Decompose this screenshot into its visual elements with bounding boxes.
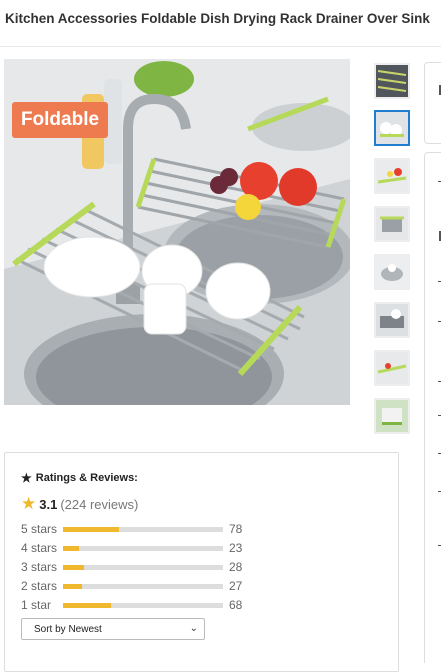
- thumbnail-3-image: [376, 160, 408, 192]
- star-icon: ★: [21, 494, 37, 513]
- ratings-heading: ★ Ratings & Reviews:: [21, 471, 138, 485]
- sort-selected-value: Sort by Newest: [34, 624, 102, 635]
- rating-label: 1 star: [21, 598, 52, 612]
- thumbnail-8[interactable]: [374, 398, 410, 434]
- rating-row-5[interactable]: 5 stars 78: [21, 521, 261, 537]
- rating-bar-track: [63, 565, 223, 570]
- thumbnail-2[interactable]: [374, 110, 410, 146]
- thumbnail-1-image: [376, 65, 408, 97]
- sort-dropdown[interactable]: Sort by Newest ⌄: [21, 618, 205, 640]
- thumbnail-6-image: [376, 304, 408, 336]
- rating-label: 5 stars: [21, 522, 58, 536]
- rating-bar-fill: [63, 565, 84, 570]
- rating-count: 68: [229, 598, 243, 612]
- rating-bar-track: [63, 584, 223, 589]
- rating-row-1[interactable]: 1 star 68: [21, 597, 261, 613]
- foldable-badge: Foldable: [12, 102, 108, 138]
- chevron-down-icon: ⌄: [189, 623, 198, 634]
- title-divider: [0, 46, 441, 47]
- average-score: 3.1: [39, 496, 58, 512]
- ratings-reviews-card: ★ Ratings & Reviews: ★ 3.1 (224 reviews)…: [4, 452, 399, 672]
- rating-bar-track: [63, 527, 223, 532]
- rating-bar-fill: [63, 584, 83, 589]
- product-title: Kitchen Accessories Foldable Dish Drying…: [5, 11, 430, 26]
- thumbnail-3[interactable]: [374, 158, 410, 194]
- ratings-heading-text: Ratings & Reviews:: [35, 472, 138, 484]
- thumbnail-8-image: [376, 400, 408, 432]
- rating-bar-fill: [63, 546, 79, 551]
- thumbnail-6[interactable]: [374, 302, 410, 338]
- thumbnail-5[interactable]: [374, 254, 410, 290]
- star-icon: ★: [21, 471, 32, 485]
- thumbnail-2-image: [376, 112, 408, 144]
- average-rating: ★ 3.1 (224 reviews): [21, 494, 138, 514]
- right-panel-details: [424, 152, 441, 663]
- right-panel-top: [424, 62, 441, 144]
- thumbnail-7[interactable]: [374, 350, 410, 386]
- thumbnail-7-image: [376, 352, 408, 384]
- thumbnail-4-image: [376, 208, 408, 240]
- review-count[interactable]: (224 reviews): [60, 497, 138, 512]
- rating-label: 2 stars: [21, 579, 58, 593]
- rating-count: 23: [229, 541, 243, 555]
- rating-count: 27: [229, 579, 243, 593]
- rating-label: 3 stars: [21, 560, 58, 574]
- rating-row-4[interactable]: 4 stars 23: [21, 540, 261, 556]
- thumbnail-5-image: [376, 256, 408, 288]
- thumbnail-4[interactable]: [374, 206, 410, 242]
- rating-count: 28: [229, 560, 243, 574]
- thumbnail-1[interactable]: [374, 63, 410, 99]
- rating-bar-track: [63, 603, 223, 608]
- rating-bar-fill: [63, 527, 119, 532]
- rating-count: 78: [229, 522, 243, 536]
- rating-row-3[interactable]: 3 stars 28: [21, 559, 261, 575]
- rating-bar-fill: [63, 603, 111, 608]
- main-product-image[interactable]: Foldable: [4, 59, 350, 405]
- rating-bar-track: [63, 546, 223, 551]
- rating-row-2[interactable]: 2 stars 27: [21, 578, 261, 594]
- rating-label: 4 stars: [21, 541, 58, 555]
